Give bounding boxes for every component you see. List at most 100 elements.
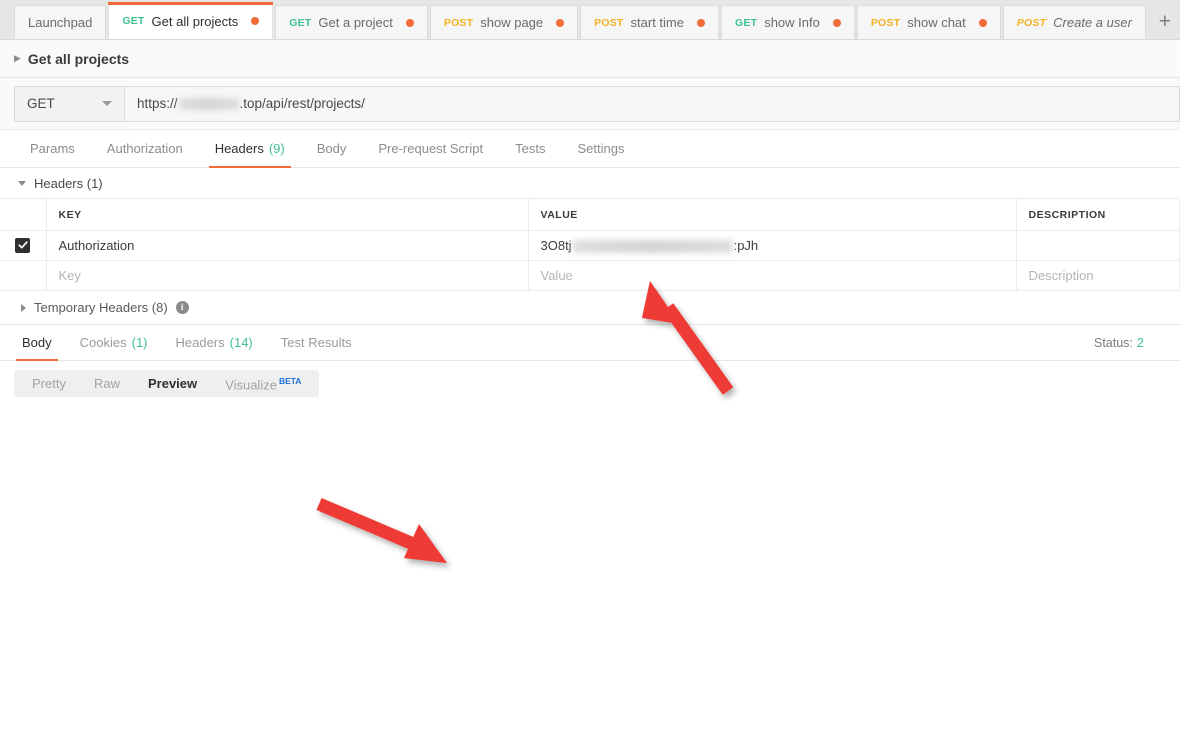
- response-tab-count: (14): [230, 335, 253, 350]
- request-tab-label: Tests: [515, 141, 545, 156]
- headers-section-header[interactable]: Headers (1): [0, 168, 1180, 198]
- response-view-toolbar: Pretty Raw Preview VisualizeBETA: [0, 361, 1180, 405]
- new-key-input[interactable]: Key: [46, 261, 528, 291]
- response-tab-cookies[interactable]: Cookies (1): [66, 325, 162, 360]
- unsaved-dot-icon: [697, 19, 705, 27]
- response-tab-test-results[interactable]: Test Results: [267, 325, 366, 360]
- response-preview-pane: Login Login: [0, 405, 1180, 699]
- tab-method-badge: POST: [594, 17, 623, 29]
- url-redacted-segment: [179, 98, 239, 110]
- header-cell-checkbox: [0, 199, 46, 231]
- row-value-suffix: :pJh: [734, 238, 759, 253]
- tab-get-all-projects[interactable]: GET Get all projects: [108, 2, 273, 39]
- beta-badge: BETA: [279, 376, 302, 386]
- new-tab-button[interactable]: +: [1148, 5, 1180, 39]
- checkbox-checked-icon: [15, 238, 30, 253]
- response-tab-count: (1): [132, 335, 148, 350]
- request-tab-headers[interactable]: Headers (9): [199, 130, 301, 167]
- view-mode-group: Pretty Raw Preview VisualizeBETA: [14, 370, 319, 397]
- info-icon[interactable]: i: [176, 301, 189, 314]
- url-prefix: https://: [137, 96, 178, 111]
- table-row: Authorization 3O8tj :pJh: [0, 231, 1180, 261]
- http-method-select[interactable]: GET: [14, 86, 124, 122]
- chevron-right-icon[interactable]: ▶: [14, 54, 21, 63]
- response-tab-label: Headers: [176, 335, 225, 350]
- view-mode-raw[interactable]: Raw: [80, 370, 134, 397]
- row-value-redacted-segment: [573, 240, 733, 253]
- http-method-value: GET: [27, 96, 55, 111]
- breadcrumb: ▶ Get all projects: [0, 40, 1180, 78]
- table-header-row: KEY VALUE DESCRIPTION: [0, 199, 1180, 231]
- unsaved-dot-icon: [833, 19, 841, 27]
- status-badge: Status: 2: [1094, 325, 1180, 360]
- page-title: Get all projects: [28, 51, 129, 67]
- temporary-headers-label: Temporary Headers (8): [34, 300, 168, 315]
- row-enabled-checkbox[interactable]: [0, 261, 46, 291]
- tab-label: start time: [631, 15, 684, 30]
- tab-method-badge: GET: [122, 15, 144, 27]
- request-tab-authorization[interactable]: Authorization: [91, 130, 199, 167]
- request-tab-settings[interactable]: Settings: [561, 130, 640, 167]
- new-description-input[interactable]: Description: [1016, 261, 1180, 291]
- tab-method-badge: GET: [289, 17, 311, 29]
- row-value-cell[interactable]: 3O8tj :pJh: [528, 231, 1016, 261]
- header-cell-value: VALUE: [528, 199, 1016, 231]
- request-tab-label: Pre-request Script: [378, 141, 483, 156]
- response-tab-body[interactable]: Body: [8, 325, 66, 360]
- tab-show-chat[interactable]: POST show chat: [857, 5, 1001, 39]
- request-tab-label: Body: [317, 141, 347, 156]
- table-row: Key Value Description: [0, 261, 1180, 291]
- unsaved-dot-icon: [251, 17, 259, 25]
- unsaved-dot-icon: [979, 19, 987, 27]
- headers-table: KEY VALUE DESCRIPTION Authorization 3O8t…: [0, 198, 1180, 291]
- temporary-headers-section[interactable]: Temporary Headers (8) i: [0, 291, 1180, 325]
- tab-start-time[interactable]: POST start time: [580, 5, 719, 39]
- row-value-prefix: 3O8tj: [541, 238, 572, 253]
- tab-launchpad[interactable]: Launchpad: [14, 5, 106, 39]
- url-input[interactable]: https:// .top/api/rest/projects/: [124, 86, 1180, 122]
- response-tab-label: Body: [22, 335, 52, 350]
- tab-bar: Launchpad GET Get all projects GET Get a…: [0, 0, 1180, 40]
- response-tab-label: Cookies: [80, 335, 127, 350]
- row-enabled-checkbox[interactable]: [0, 231, 46, 261]
- tab-create-a-user[interactable]: POST Create a user: [1003, 5, 1146, 39]
- tab-label: show page: [480, 15, 543, 30]
- postman-window: Launchpad GET Get all projects GET Get a…: [0, 0, 1180, 733]
- chevron-down-icon: [18, 181, 26, 186]
- row-key-cell[interactable]: Authorization: [46, 231, 528, 261]
- view-mode-visualize-label: Visualize: [225, 377, 277, 392]
- request-tab-tests[interactable]: Tests: [499, 130, 561, 167]
- view-mode-pretty[interactable]: Pretty: [18, 370, 80, 397]
- request-tab-body[interactable]: Body: [301, 130, 363, 167]
- view-mode-preview[interactable]: Preview: [134, 370, 211, 397]
- unsaved-dot-icon: [406, 19, 414, 27]
- row-description-cell[interactable]: [1016, 231, 1180, 261]
- header-cell-key: KEY: [46, 199, 528, 231]
- tab-label: Launchpad: [28, 15, 92, 30]
- tab-label: show Info: [764, 15, 820, 30]
- response-tab-headers[interactable]: Headers (14): [162, 325, 267, 360]
- view-mode-visualize[interactable]: VisualizeBETA: [211, 368, 315, 398]
- request-tab-params[interactable]: Params: [14, 130, 91, 167]
- response-tab-strip: Body Cookies (1) Headers (14) Test Resul…: [0, 325, 1180, 361]
- tab-show-info[interactable]: GET show Info: [721, 5, 855, 39]
- tab-show-page[interactable]: POST show page: [430, 5, 578, 39]
- chevron-right-icon: [21, 304, 26, 312]
- header-cell-description: DESCRIPTION: [1016, 199, 1180, 231]
- url-suffix: .top/api/rest/projects/: [240, 96, 365, 111]
- new-value-input[interactable]: Value: [528, 261, 1016, 291]
- request-tab-label: Authorization: [107, 141, 183, 156]
- tab-label: show chat: [907, 15, 966, 30]
- request-tab-pre-request-script[interactable]: Pre-request Script: [362, 130, 499, 167]
- request-tab-label: Settings: [577, 141, 624, 156]
- tab-method-badge: POST: [871, 17, 900, 29]
- request-url-bar: GET https:// .top/api/rest/projects/: [0, 78, 1180, 130]
- request-tab-strip: Params Authorization Headers (9) Body Pr…: [0, 130, 1180, 168]
- request-tab-label: Params: [30, 141, 75, 156]
- tab-label: Create a user: [1053, 15, 1132, 30]
- tab-method-badge: POST: [444, 17, 473, 29]
- unsaved-dot-icon: [556, 19, 564, 27]
- request-tab-count: (9): [269, 141, 285, 156]
- tab-get-a-project[interactable]: GET Get a project: [275, 5, 428, 39]
- chevron-down-icon: [102, 101, 112, 106]
